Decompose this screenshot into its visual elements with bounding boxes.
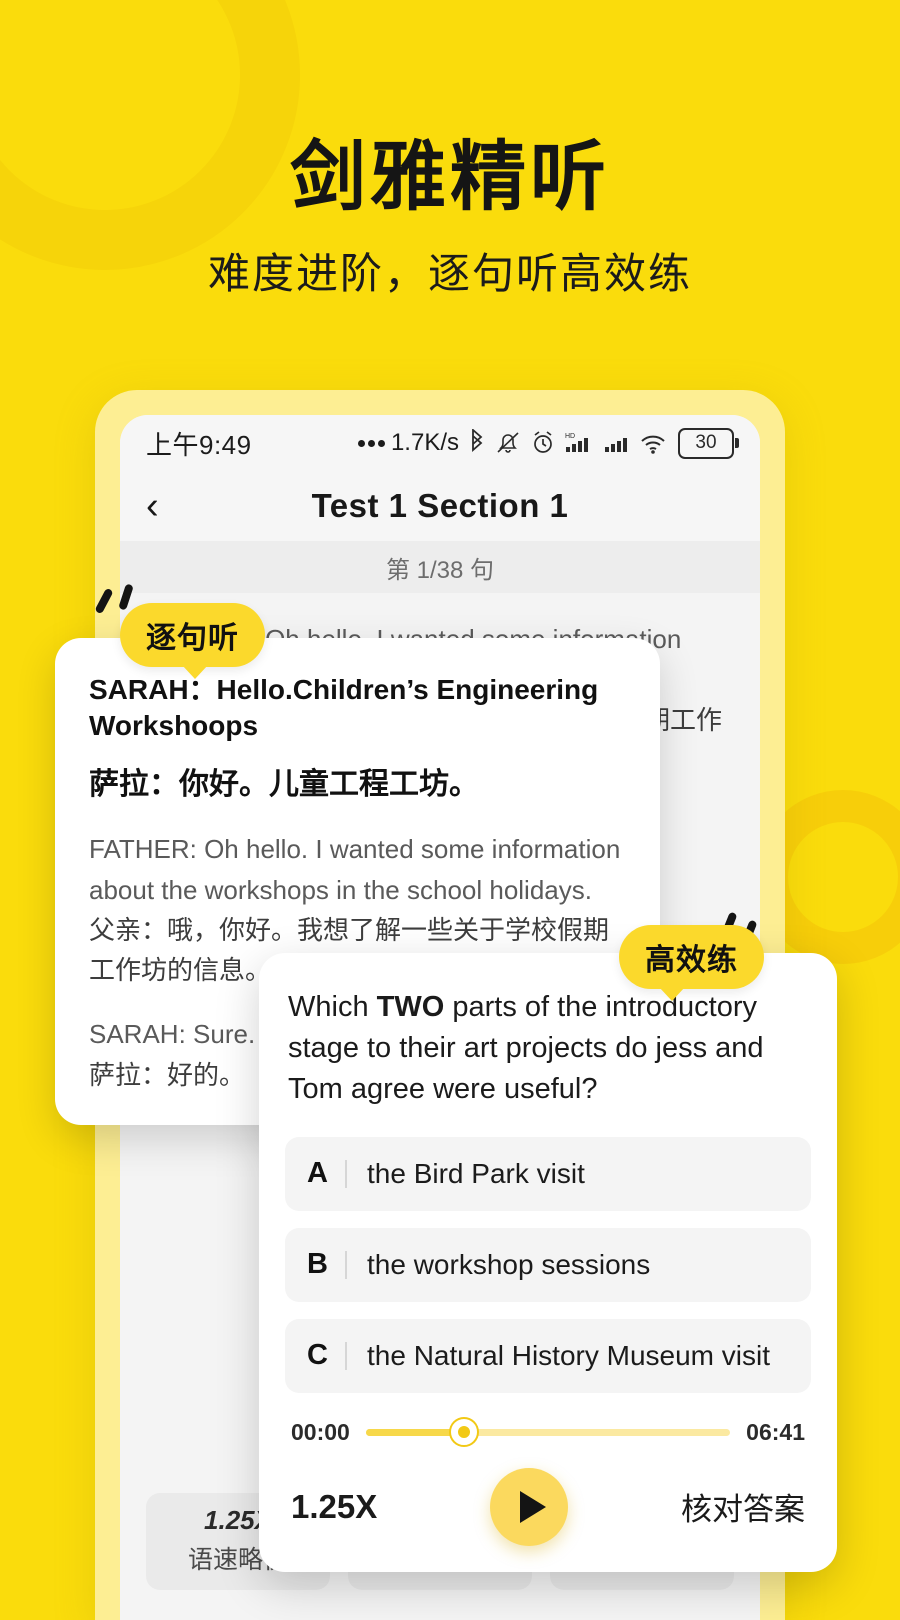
- status-icons: 1.7K/s HD 30: [357, 427, 739, 459]
- progress-slider[interactable]: [365, 1419, 731, 1446]
- current-sentence-zh: 萨拉：你好。儿童工程工坊。: [89, 767, 479, 801]
- badge-sentence-label: 逐句听: [146, 622, 239, 655]
- current-time: 00:00: [291, 1418, 350, 1445]
- badge-tail: [182, 665, 208, 679]
- wifi-icon: [641, 435, 665, 454]
- battery-level: 30: [695, 432, 717, 453]
- option-divider: [345, 1341, 347, 1370]
- nav-title: Test 1 Section 1: [311, 487, 569, 524]
- badge-sentence-by-sentence: 逐句听: [120, 603, 265, 679]
- network-speed: 1.7K/s: [357, 429, 459, 457]
- speed-dots-icon: [357, 439, 385, 447]
- sentence-counter: 第 1/38 句: [120, 541, 760, 593]
- svg-text:HD: HD: [565, 433, 575, 440]
- player-controls: 1.25X 核对答案: [285, 1467, 811, 1546]
- play-icon: [519, 1490, 546, 1523]
- battery-icon: 30: [678, 427, 739, 459]
- badge-tail: [659, 987, 685, 1001]
- option-text: the workshop sessions: [367, 1248, 651, 1280]
- play-button[interactable]: [490, 1467, 569, 1546]
- question-text: Which TWO parts of the introductory stag…: [285, 987, 811, 1111]
- status-time: 上午9:49: [146, 429, 252, 460]
- signal-icon: [605, 438, 627, 452]
- question-prefix: Which: [288, 991, 377, 1023]
- option-b[interactable]: B the workshop sessions: [285, 1227, 811, 1302]
- status-bar: 上午9:49 1.7K/s HD 30: [120, 415, 760, 471]
- nav-bar: ‹ Test 1 Section 1: [120, 471, 760, 541]
- alarm-icon: [534, 431, 552, 453]
- option-letter: C: [307, 1339, 328, 1372]
- player-speed-button[interactable]: 1.25X: [291, 1488, 377, 1526]
- check-answer-button[interactable]: 核对答案: [681, 1484, 805, 1529]
- network-speed-label: 1.7K/s: [390, 429, 459, 456]
- option-list: A the Bird Park visit B the workshop ses…: [285, 1136, 811, 1393]
- progress-row: 00:00 06:41: [285, 1419, 811, 1446]
- hero-header: 剑雅精听 难度进阶，逐句听高效练: [0, 140, 900, 301]
- option-letter: A: [307, 1157, 328, 1190]
- progress-fill: [365, 1428, 465, 1436]
- option-divider: [345, 1250, 347, 1279]
- progress-thumb[interactable]: [451, 1419, 478, 1446]
- signal-hd-icon: HD: [565, 433, 588, 452]
- question-card: Which TWO parts of the introductory stag…: [259, 953, 837, 1572]
- option-a[interactable]: A the Bird Park visit: [285, 1136, 811, 1211]
- current-sentence-en: SARAH：Hello.Children’s Engineering Works…: [89, 674, 599, 742]
- page-title: 剑雅精听: [290, 135, 610, 220]
- option-letter: B: [307, 1248, 328, 1281]
- option-divider: [345, 1159, 347, 1188]
- badge-practice-label: 高效练: [645, 944, 738, 977]
- audio-player: 00:00 06:41 1.25X 核对答案: [285, 1419, 811, 1546]
- option-text: the Natural History Museum visit: [367, 1339, 771, 1371]
- next-sentence-en: FATHER: Oh hello. I wanted some informat…: [89, 834, 621, 905]
- badge-efficient-practice: 高效练: [619, 925, 764, 1001]
- bell-muted-icon: [497, 432, 519, 453]
- question-emphasis: TWO: [376, 991, 445, 1023]
- option-c[interactable]: C the Natural History Museum visit: [285, 1318, 811, 1393]
- page-subtitle: 难度进阶，逐句听高效练: [207, 250, 692, 297]
- option-text: the Bird Park visit: [367, 1157, 585, 1189]
- total-time: 06:41: [746, 1418, 805, 1445]
- bluetooth-icon: [472, 429, 483, 452]
